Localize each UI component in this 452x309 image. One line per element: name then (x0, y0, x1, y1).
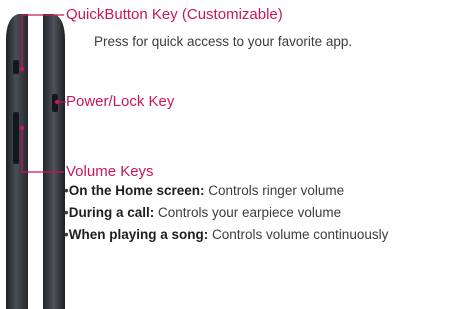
phone-right-body (43, 14, 65, 309)
quickbutton-key (13, 60, 19, 74)
volume-bullet-bold: During a call: (68, 205, 155, 220)
volume-bullet: •On the Home screen: Controls ringer vol… (64, 183, 345, 198)
volume-title: Volume Keys (66, 163, 154, 180)
volume-bullet-bold: On the Home screen: (68, 183, 205, 198)
volume-bullet-list: •On the Home screen: Controls ringer vol… (64, 180, 388, 246)
volume-bullet-text: Controls your earpiece volume (154, 205, 342, 220)
volume-bullet: •When playing a song: Controls volume co… (64, 227, 389, 242)
volume-keys (13, 112, 19, 164)
volume-bullet-bold: When playing a song: (68, 227, 209, 242)
quickbutton-title: QuickButton Key (Customizable) (66, 6, 283, 23)
power-lock-title: Power/Lock Key (66, 93, 175, 110)
volume-bullet: •During a call: Controls your earpiece v… (64, 205, 342, 220)
volume-bullet-text: Controls ringer volume (204, 183, 345, 198)
quickbutton-description: Press for quick access to your favorite … (94, 34, 353, 49)
volume-bullet-text: Controls volume continuously (208, 227, 389, 242)
